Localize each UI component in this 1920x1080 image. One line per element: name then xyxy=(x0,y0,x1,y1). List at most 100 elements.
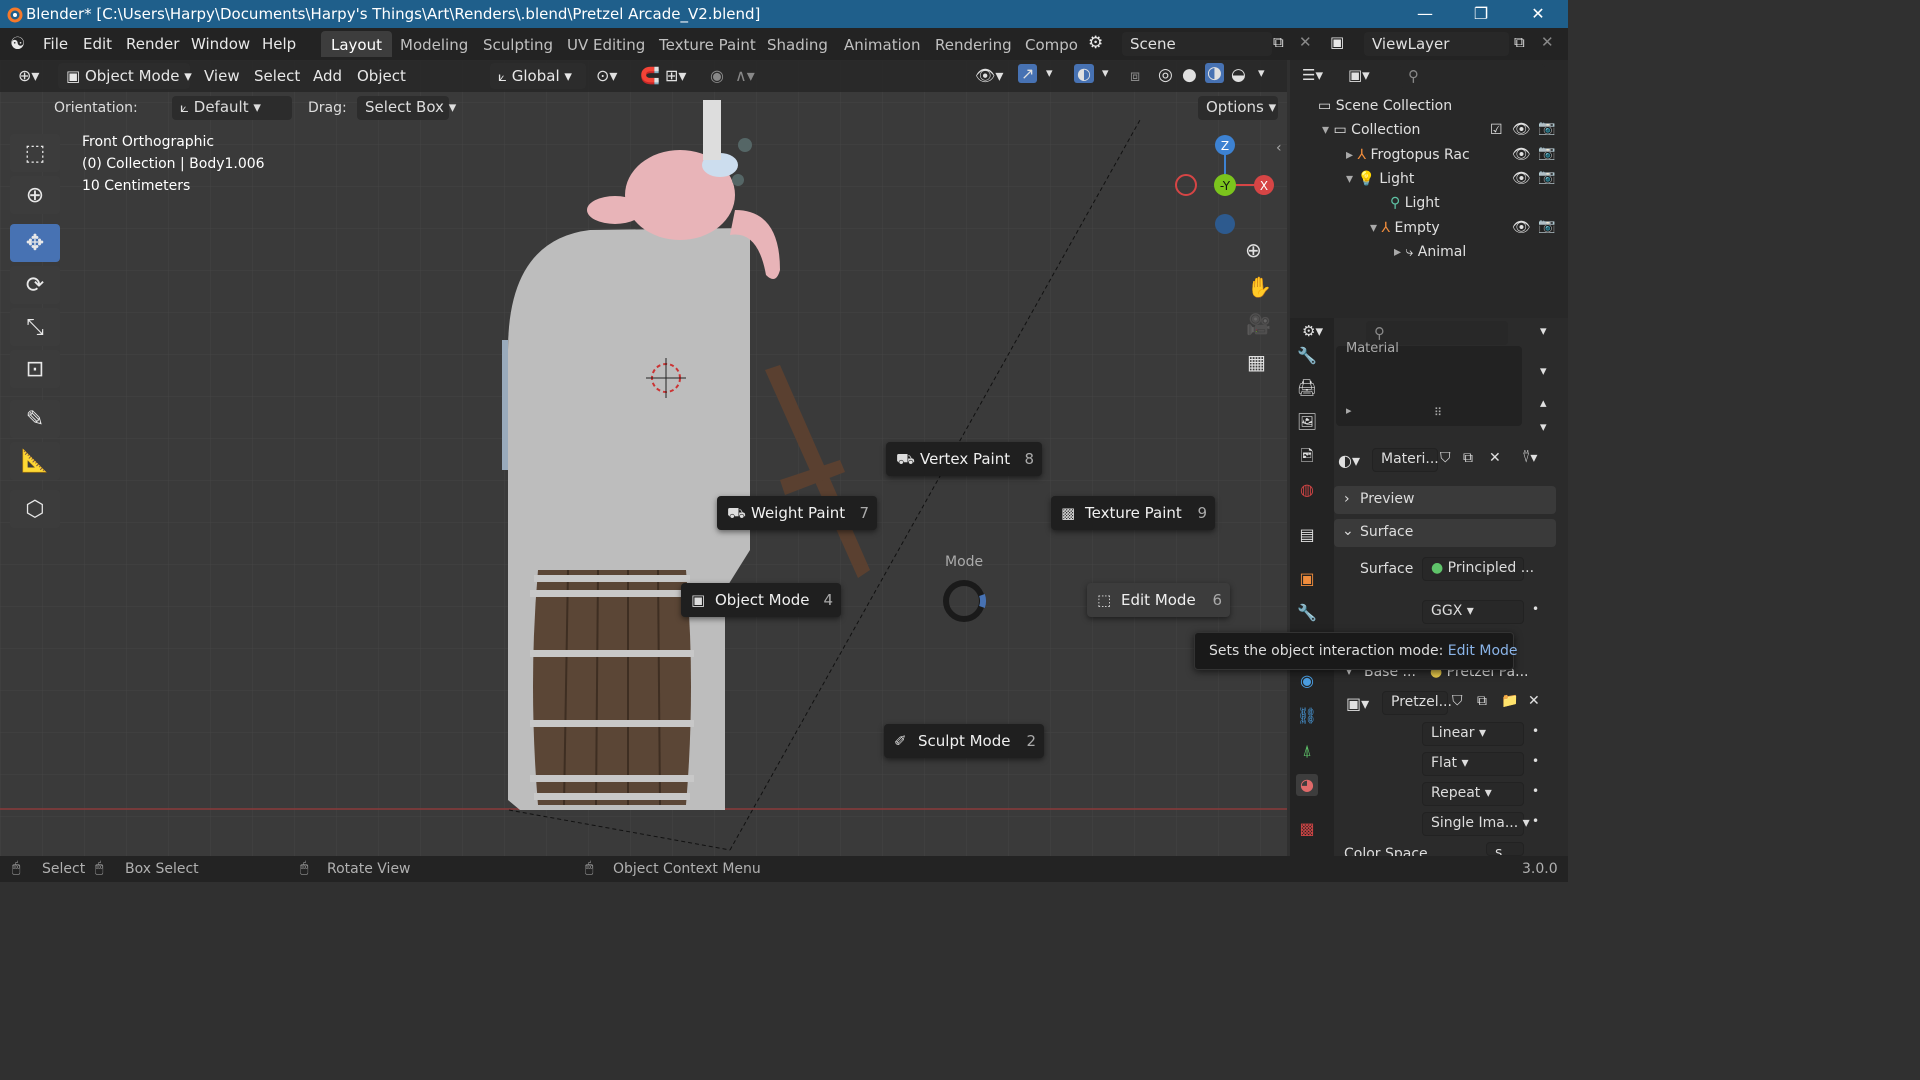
navigation-gizmo[interactable]: Z X -Y xyxy=(1170,130,1280,240)
cursor-tool-button[interactable]: ⊕ xyxy=(10,176,60,214)
visibility-eye-icon[interactable]: 👁 xyxy=(1512,120,1531,138)
gizmo-dropdown-icon[interactable]: ▾ xyxy=(1046,66,1053,81)
scene-icon[interactable]: ⚙ xyxy=(1088,33,1103,53)
view-layer-tab-icon[interactable]: 🖻 xyxy=(1296,445,1318,467)
transform-tool-button[interactable]: ⊡ xyxy=(10,350,60,388)
visibility-eye-icon[interactable]: 👁 xyxy=(1512,169,1531,187)
image-name-field[interactable]: Pretzel... xyxy=(1382,691,1452,715)
rendered-shading-icon[interactable]: ◒ xyxy=(1231,65,1246,85)
proportional-edit-icon[interactable]: ◉ xyxy=(710,66,724,85)
modifier-tab-icon[interactable]: 🔧 xyxy=(1296,602,1318,624)
preview-panel-header[interactable]: › Preview xyxy=(1334,486,1556,514)
expand-arrow-icon[interactable]: ▸ xyxy=(1346,404,1352,417)
display-mode-icon[interactable]: ▣▾ xyxy=(1348,66,1370,84)
image-duplicate-icon[interactable]: ⧉ xyxy=(1477,693,1487,709)
exclude-checkbox-icon[interactable]: ☑ xyxy=(1490,122,1503,138)
measure-tool-button[interactable]: 📐 xyxy=(10,442,60,480)
wireframe-shading-icon[interactable]: ◎ xyxy=(1158,65,1173,85)
pan-hand-icon[interactable]: ✋ xyxy=(1247,275,1272,299)
material-tab-icon[interactable]: ◕ xyxy=(1296,774,1318,796)
keyframe-dot-icon[interactable]: • xyxy=(1532,814,1539,828)
interpolation-dropdown[interactable]: Linear ▾ xyxy=(1422,722,1524,746)
visibility-icon[interactable]: 👁▾ xyxy=(975,66,1003,85)
delete-view-layer-icon[interactable]: ✕ xyxy=(1541,33,1554,51)
material-slot-list[interactable]: Material ▸ ⠿ xyxy=(1336,341,1522,426)
tab-texture-paint[interactable]: Texture Paint xyxy=(649,31,766,57)
select-tool-button[interactable]: ⬚ xyxy=(10,134,60,172)
scene-collection-row[interactable]: ▭ Scene Collection xyxy=(1318,98,1452,122)
add-cube-tool-button[interactable]: ⬡ xyxy=(10,490,60,528)
resize-handle-icon[interactable]: ⠿ xyxy=(1434,406,1442,419)
view-layer-field[interactable]: ViewLayer xyxy=(1364,32,1509,56)
snap-icon[interactable]: 🧲 xyxy=(640,66,660,85)
new-view-layer-icon[interactable]: ⧉ xyxy=(1514,33,1525,51)
outliner-item-light-data[interactable]: ⚲ Light xyxy=(1390,195,1440,219)
pie-sculpt-mode[interactable]: ✐ Sculpt Mode 2 xyxy=(884,724,1044,758)
material-name-field[interactable]: Materi... xyxy=(1372,448,1439,472)
drag-dropdown[interactable]: Select Box ▾ xyxy=(357,96,456,120)
keyframe-dot-icon[interactable]: • xyxy=(1532,784,1539,798)
menu-add[interactable]: Add xyxy=(313,67,342,85)
tab-rendering[interactable]: Rendering xyxy=(925,31,1022,57)
constraints-tab-icon[interactable]: ⛓ xyxy=(1296,705,1318,727)
node-link-icon[interactable]: ⍢▾ xyxy=(1522,450,1537,466)
keyframe-dot-icon[interactable]: • xyxy=(1532,754,1539,768)
object-tab-icon[interactable]: ▣ xyxy=(1296,568,1318,590)
render-tab-icon[interactable]: 🖨 xyxy=(1296,377,1318,399)
menu-view[interactable]: View xyxy=(204,67,240,85)
tab-animation[interactable]: Animation xyxy=(834,31,930,57)
solid-shading-icon[interactable]: ● xyxy=(1182,65,1197,85)
gizmo-toggle-icon[interactable]: ↗ xyxy=(1018,64,1038,83)
unlink-material-icon[interactable]: ✕ xyxy=(1489,450,1501,466)
tab-layout[interactable]: Layout xyxy=(321,31,392,57)
output-tab-icon[interactable]: 🖼 xyxy=(1296,411,1318,433)
scene-field[interactable]: Scene xyxy=(1122,32,1272,56)
keyframe-dot-icon[interactable]: • xyxy=(1532,602,1539,616)
menu-file[interactable]: File xyxy=(43,35,68,53)
menu-object[interactable]: Object xyxy=(357,67,406,85)
extension-dropdown[interactable]: Repeat ▾ xyxy=(1422,782,1524,806)
close-button[interactable]: ✕ xyxy=(1518,2,1558,26)
blender-menu-icon[interactable]: ☯ xyxy=(10,34,25,54)
render-camera-icon[interactable]: 📷 xyxy=(1538,218,1555,234)
open-image-folder-icon[interactable]: 📁 xyxy=(1501,693,1518,709)
snap-target-icon[interactable]: ⊞▾ xyxy=(665,66,686,85)
transform-orientation-dropdown[interactable]: ⟀ Global ▾ xyxy=(490,63,586,89)
pie-edit-mode[interactable]: ⬚ Edit Mode 6 xyxy=(1087,583,1230,617)
surface-shader-field[interactable]: ● Principled ... xyxy=(1422,557,1534,581)
new-scene-icon[interactable]: ⧉ xyxy=(1273,33,1284,51)
outliner-search-input[interactable]: ⚲ xyxy=(1400,64,1545,88)
pie-vertex-paint[interactable]: ⛟ Vertex Paint 8 xyxy=(886,442,1042,476)
camera-view-icon[interactable]: 🎥 xyxy=(1246,312,1271,336)
tab-uv-editing[interactable]: UV Editing xyxy=(557,31,655,57)
surface-panel-header[interactable]: ⌄ Surface xyxy=(1334,519,1556,547)
tab-sculpting[interactable]: Sculpting xyxy=(473,31,563,57)
outliner-editor-icon[interactable]: ☰▾ xyxy=(1302,66,1323,84)
projection-dropdown[interactable]: Flat ▾ xyxy=(1422,752,1524,776)
render-camera-icon[interactable]: 📷 xyxy=(1538,145,1555,161)
tab-shading[interactable]: Shading xyxy=(757,31,838,57)
data-tab-icon[interactable]: ⍋ xyxy=(1296,740,1318,762)
duplicate-material-icon[interactable]: ⧉ xyxy=(1463,450,1473,466)
menu-help[interactable]: Help xyxy=(262,35,296,53)
scale-tool-button[interactable]: ⤡ xyxy=(10,308,60,346)
menu-select[interactable]: Select xyxy=(254,67,300,85)
collection-row[interactable]: ▾ ▭ Collection xyxy=(1322,122,1420,146)
outliner-item-empty[interactable]: ▾ ⅄ Empty xyxy=(1370,220,1440,244)
shading-dropdown-icon[interactable]: ▾ xyxy=(1258,66,1265,81)
image-fake-user-icon[interactable]: ⛉ xyxy=(1452,693,1463,709)
overlay-dropdown-icon[interactable]: ▾ xyxy=(1102,66,1109,81)
fake-user-icon[interactable]: ⛉ xyxy=(1440,450,1451,466)
menu-render[interactable]: Render xyxy=(126,35,179,53)
view-layer-icon[interactable]: ▣ xyxy=(1330,33,1344,51)
maximize-button[interactable]: ❐ xyxy=(1461,2,1501,26)
move-tool-button[interactable]: ✥ xyxy=(10,224,60,262)
render-camera-icon[interactable]: 📷 xyxy=(1538,120,1555,136)
ortho-toggle-icon[interactable]: ▦ xyxy=(1247,350,1266,374)
options-dropdown[interactable]: Options ▾ xyxy=(1198,96,1278,120)
barrel-model[interactable] xyxy=(528,565,698,815)
annotate-tool-button[interactable]: ✎ xyxy=(10,400,60,438)
pie-object-mode[interactable]: ▣ Object Mode 4 xyxy=(681,583,841,617)
tab-modeling[interactable]: Modeling xyxy=(390,31,478,57)
material-browse-icon[interactable]: ◐▾ xyxy=(1338,451,1360,470)
